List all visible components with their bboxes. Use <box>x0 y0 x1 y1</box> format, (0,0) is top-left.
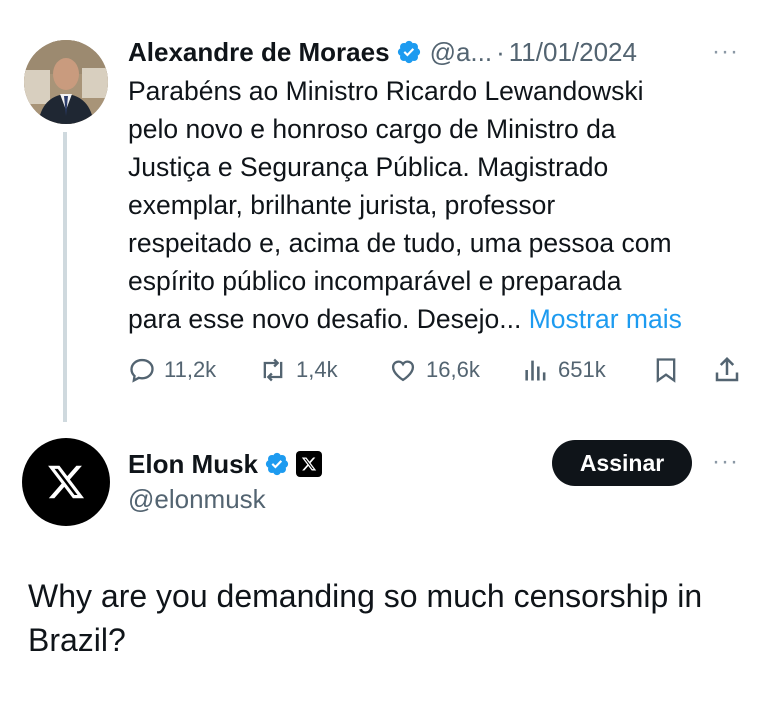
tweet-text-line: espírito público incomparável e preparad… <box>128 266 622 296</box>
thread-connector-line <box>63 132 67 422</box>
repost-count: 1,4k <box>296 357 338 382</box>
tweet-text-truncated: para esse novo desafio. Desejo... <box>128 304 522 334</box>
avatar-alexandre-de-moraes[interactable] <box>24 40 108 124</box>
reply-count: 11,2k <box>164 357 217 382</box>
tweet-text-line: Brazil? <box>28 622 126 658</box>
tweet1-text: Parabéns ao Ministro Ricardo Lewandowski… <box>128 72 748 338</box>
share-button[interactable] <box>712 350 750 390</box>
author-name[interactable]: Alexandre de Moraes <box>128 37 390 68</box>
like-count: 16,6k <box>426 357 480 382</box>
x-logo-icon <box>48 465 85 499</box>
tweet-text-line: exemplar, brilhante jurista, professor <box>128 190 556 220</box>
more-options-icon[interactable]: ··· <box>712 38 739 66</box>
x-affiliate-badge-icon <box>296 451 323 477</box>
tweet2-text: Why are you demanding so much censorship… <box>28 574 748 662</box>
views-icon <box>525 360 546 381</box>
repost-icon <box>263 358 283 382</box>
reply-icon <box>130 358 154 383</box>
views-button[interactable]: 651k <box>522 350 606 390</box>
heart-icon <box>391 360 415 382</box>
verified-badge-icon <box>397 40 420 64</box>
x-logo-icon <box>301 457 317 471</box>
views-count: 651k <box>558 357 606 382</box>
avatar-elon-musk[interactable] <box>22 438 110 526</box>
bookmark-button[interactable] <box>652 350 688 390</box>
avatar-photo <box>24 40 108 124</box>
verified-badge-icon <box>265 452 289 476</box>
separator-dot: · <box>496 36 505 67</box>
tweet2-header: Elon Musk <box>128 444 323 484</box>
like-button[interactable]: 16,6k <box>388 350 480 390</box>
more-options-icon[interactable]: ··· <box>712 448 739 476</box>
show-more-link[interactable]: Mostrar mais <box>529 304 682 334</box>
tweet-text-line: Parabéns ao Ministro Ricardo Lewandowski <box>128 76 644 106</box>
tweet-text-line: respeitado e, acima de tudo, uma pessoa … <box>128 228 672 258</box>
subscribe-button[interactable]: Assinar <box>552 440 692 486</box>
tweet-text-line: Why are you demanding so much censorship… <box>28 578 703 614</box>
author-handle[interactable]: @a... <box>430 37 493 68</box>
repost-button[interactable]: 1,4k <box>258 350 338 390</box>
tweet-date[interactable]: 11/01/2024 <box>509 37 637 68</box>
share-icon <box>715 356 739 382</box>
tweet-text-last-line: para esse novo desafio. Desejo... Mostra… <box>128 300 748 338</box>
tweet1-header: Alexandre de Moraes @a... · 11/01/2024 <box>128 32 637 72</box>
tweet1-action-bar: 11,2k 1,4k 16,6k 651k <box>128 350 748 390</box>
tweet-text-line: pelo novo e honroso cargo de Ministro da <box>128 114 616 144</box>
author-name[interactable]: Elon Musk <box>128 449 258 480</box>
author-handle[interactable]: @elonmusk <box>128 484 266 515</box>
tweet-text-line: Justiça e Segurança Pública. Magistrado <box>128 152 609 182</box>
bookmark-icon <box>656 358 676 383</box>
reply-button[interactable]: 11,2k <box>128 350 216 390</box>
